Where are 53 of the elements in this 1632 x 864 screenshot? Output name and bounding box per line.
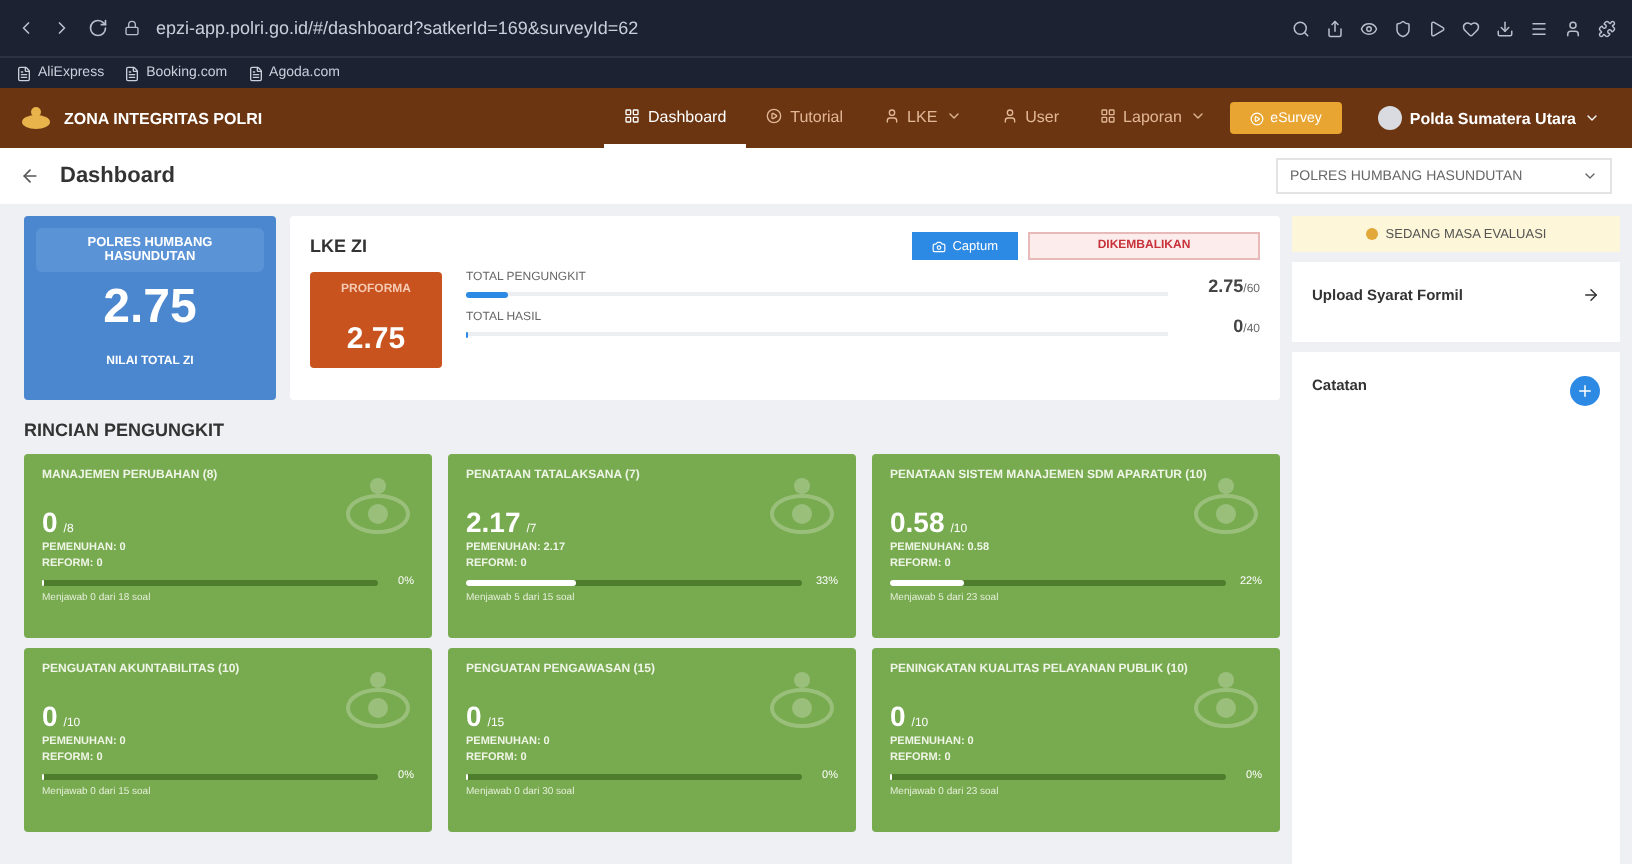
camera-icon xyxy=(932,239,947,253)
status-dot-icon xyxy=(1365,228,1378,240)
lock-icon[interactable] xyxy=(124,20,140,36)
avatar-icon xyxy=(1377,106,1402,130)
page-icon xyxy=(16,65,32,81)
caret-icon xyxy=(1582,168,1598,184)
search-icon[interactable] xyxy=(1292,19,1310,37)
user-icon xyxy=(1001,108,1018,124)
category-score: 0.58 xyxy=(890,506,945,538)
page-title: Dashboard xyxy=(60,164,177,188)
arrow-right-icon xyxy=(1582,286,1600,304)
user-menu[interactable]: Polda Sumatera Utara xyxy=(1365,104,1612,132)
page-icon xyxy=(124,65,141,81)
emblem-icon xyxy=(344,474,412,534)
page-icon xyxy=(247,65,264,81)
category-score: 0 xyxy=(890,700,906,732)
nav-tab[interactable]: Laporan xyxy=(1079,88,1226,148)
nav-tab[interactable]: User xyxy=(981,88,1080,148)
grid-icon xyxy=(1099,108,1116,124)
emblem-icon xyxy=(1192,668,1260,728)
category-score: 0 xyxy=(466,700,482,732)
emblem-icon xyxy=(344,668,412,728)
emblem-icon xyxy=(768,474,836,534)
back-arrow-icon[interactable] xyxy=(20,166,40,186)
grid-icon xyxy=(624,108,640,124)
nav-tab[interactable]: LKE xyxy=(863,88,982,148)
nav-tab[interactable]: Tutorial xyxy=(746,88,864,148)
profile-icon[interactable] xyxy=(1564,19,1582,37)
menu-icon[interactable] xyxy=(1530,19,1548,37)
emblem-icon xyxy=(768,668,836,728)
proforma-score: 2.75 xyxy=(346,321,406,356)
play-icon xyxy=(1250,111,1265,125)
category-score: 2.17 xyxy=(466,506,521,538)
lke-title: LKE ZI xyxy=(310,236,369,256)
caret-icon xyxy=(1584,110,1600,126)
shield-icon[interactable] xyxy=(1394,19,1412,37)
add-button[interactable] xyxy=(1570,376,1600,406)
brand-title: ZONA INTEGRITAS POLRI xyxy=(64,109,265,127)
download-icon[interactable] xyxy=(1496,19,1514,37)
user-icon xyxy=(883,108,900,124)
plus-icon xyxy=(1576,382,1594,400)
category-score: 0 xyxy=(42,506,58,538)
eye-icon[interactable] xyxy=(1360,19,1378,37)
share-icon[interactable] xyxy=(1326,19,1344,37)
play-icon xyxy=(766,108,783,124)
play-icon[interactable] xyxy=(1428,19,1446,37)
heart-icon[interactable] xyxy=(1462,19,1480,37)
puzzle-icon[interactable] xyxy=(1598,19,1616,37)
reload-icon[interactable] xyxy=(88,18,108,38)
category-score: 0 xyxy=(42,700,58,732)
total-score: 2.75 xyxy=(103,280,197,336)
logo-icon xyxy=(20,106,52,130)
section-title: RINCIAN PENGUNGKIT xyxy=(24,420,227,440)
